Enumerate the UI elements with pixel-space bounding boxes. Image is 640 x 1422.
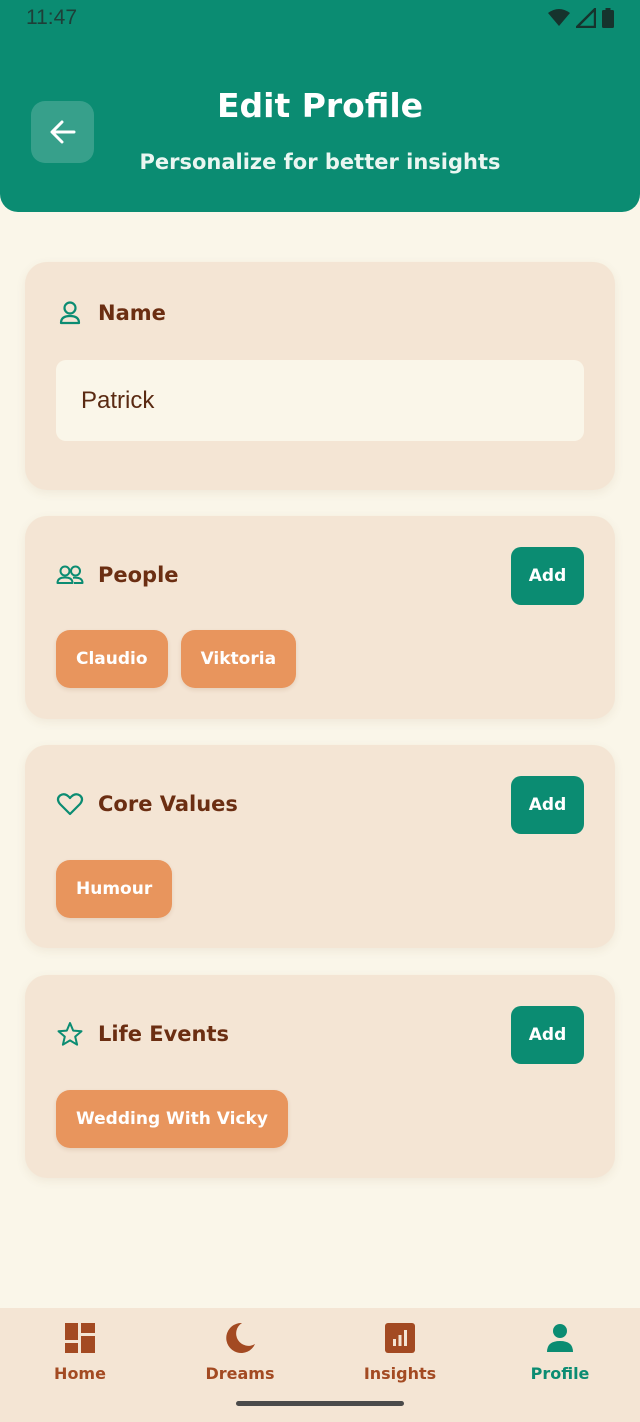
status-time: 11:47 [26,6,77,29]
name-input-value: Patrick [81,386,155,414]
nav-label: Insights [363,1364,437,1383]
signal-icon [576,8,596,28]
dashboard-icon [65,1323,95,1353]
wifi-icon [548,9,570,26]
star-icon [57,1022,83,1046]
chip-value[interactable]: Humour [56,860,173,918]
people-card-title: People [98,563,179,587]
person-icon [547,1324,573,1352]
nav-label: Profile [530,1364,590,1383]
chip-person[interactable]: Claudio [56,630,168,688]
name-card-header: Name [56,300,166,326]
name-input[interactable]: Patrick [56,360,584,441]
people-chips: Claudio Viktoria [56,630,297,688]
life-events-card-title: Life Events [98,1022,230,1046]
page-title: Edit Profile [216,86,424,125]
heart-icon [56,793,84,816]
core-values-card-title: Core Values [98,792,238,816]
life-events-card: Life Events Add Wedding With Vicky [25,975,615,1178]
values-chips: Humour [56,860,173,918]
chip-event[interactable]: Wedding With Vicky [56,1090,288,1148]
name-card: Name Patrick [25,262,615,490]
name-card-title: Name [98,301,166,325]
chip-person[interactable]: Viktoria [180,630,297,688]
moon-icon [226,1322,255,1353]
events-chips: Wedding With Vicky [56,1090,288,1148]
add-event-button[interactable]: Add [511,1006,584,1064]
people-card: People Add Claudio Viktoria [25,516,615,719]
status-bar: 11:47 [0,0,640,36]
header: 11:47 Edit Profile Personalize for bette… [0,0,640,212]
add-person-button[interactable]: Add [511,547,584,605]
nav-label: Dreams [205,1364,275,1383]
add-value-button[interactable]: Add [511,776,584,834]
life-events-card-header: Life Events [56,1021,229,1047]
status-icons [548,8,614,28]
bar-chart-icon [385,1323,415,1353]
battery-icon [602,8,614,28]
nav-item-profile[interactable]: Profile [480,1308,640,1422]
core-values-card-header: Core Values [56,791,238,817]
nav-item-home[interactable]: Home [0,1308,160,1422]
core-values-card: Core Values Add Humour [25,745,615,948]
person-icon [59,301,81,325]
home-indicator[interactable] [236,1401,404,1406]
nav-label: Home [54,1364,106,1383]
page-subtitle: Personalize for better insights [139,150,501,174]
people-icon [56,565,84,584]
people-card-header: People [56,562,179,588]
